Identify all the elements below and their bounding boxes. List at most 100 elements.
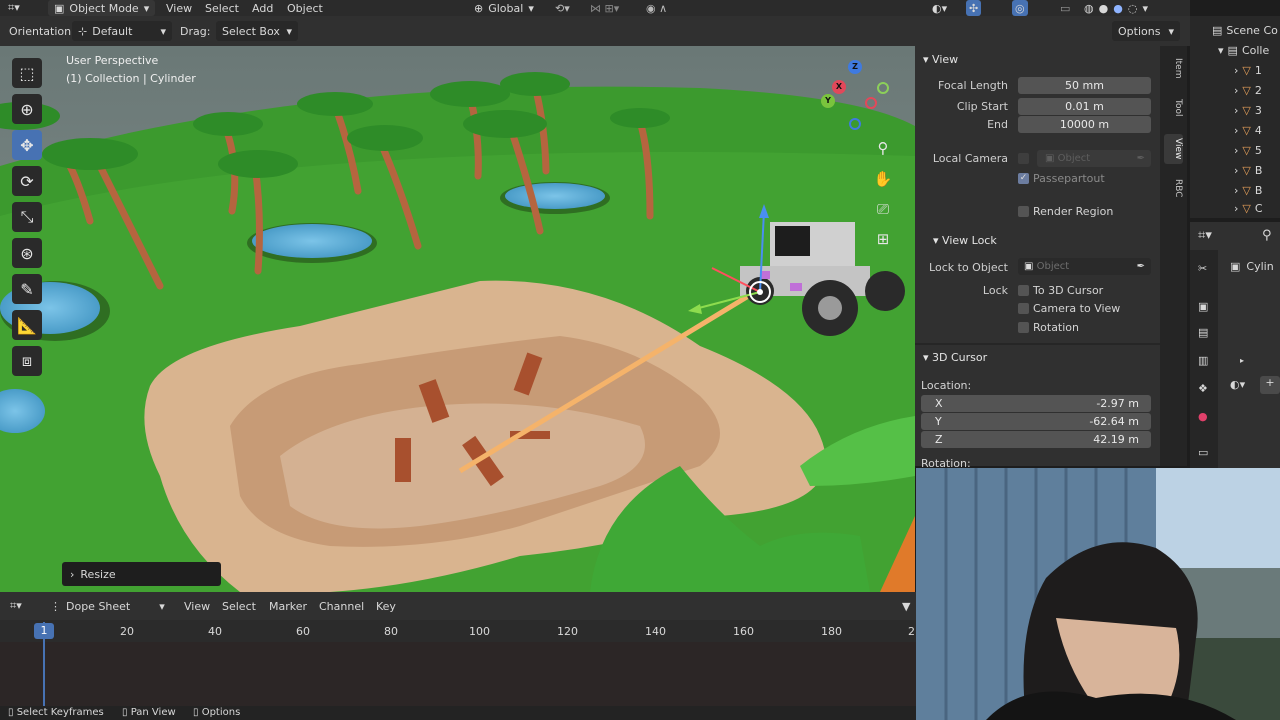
cursor-tool-icon[interactable]: ⊕: [12, 94, 42, 124]
world-icon[interactable]: ●: [1198, 410, 1208, 423]
clip-end-field[interactable]: 10000 m: [1018, 116, 1151, 133]
add-icon[interactable]: +: [1260, 376, 1280, 394]
add-cube-tool-icon[interactable]: ⧈: [12, 346, 42, 376]
outliner-item[interactable]: › ▽ C: [1234, 198, 1263, 218]
3d-viewport[interactable]: User Perspective (1) Collection | Cylind…: [0, 46, 915, 592]
render-region-checkbox[interactable]: [1018, 206, 1029, 217]
shading-icon[interactable]: ◐▾: [1230, 378, 1245, 391]
annotate-tool-icon[interactable]: ✎: [12, 274, 42, 304]
shading-modes[interactable]: ◍ ● ● ◌ ▾: [1084, 0, 1148, 16]
to-3d-cursor-checkbox[interactable]: [1018, 285, 1029, 296]
search-icon[interactable]: ⚲: [1262, 228, 1272, 243]
outliner-item[interactable]: › ▽ 4: [1234, 120, 1262, 140]
cursor-z-field[interactable]: Z 42.19 m: [921, 431, 1151, 448]
dope-menu-select[interactable]: Select: [222, 599, 256, 613]
local-camera-checkbox[interactable]: [1018, 153, 1029, 164]
rotate-tool-icon[interactable]: ⟳: [12, 166, 42, 196]
navigation-gizmo[interactable]: Z X Y: [815, 60, 895, 140]
gizmo-z-axis[interactable]: Z: [848, 60, 862, 74]
menu-object[interactable]: Object: [287, 0, 323, 16]
solid-icon[interactable]: ●: [1099, 2, 1109, 15]
passepartout-checkbox[interactable]: ✓: [1018, 173, 1029, 184]
scene-icon[interactable]: ❖: [1198, 382, 1208, 395]
outliner-item[interactable]: › ▽ 1: [1234, 60, 1262, 80]
view-lock-header[interactable]: ▾ View Lock: [915, 229, 1160, 251]
outliner-item[interactable]: › ▽ 3: [1234, 100, 1262, 120]
current-frame-badge[interactable]: 1: [34, 623, 54, 639]
orientation-dropdown[interactable]: ⊹ Default ▾: [72, 21, 172, 41]
tab-tool[interactable]: Tool: [1164, 94, 1183, 122]
transform-tool-icon[interactable]: ⊛: [12, 238, 42, 268]
focal-length-field[interactable]: 50 mm: [1018, 77, 1151, 94]
dope-menu-channel[interactable]: Channel: [319, 599, 364, 613]
options-dropdown[interactable]: Options ▾: [1112, 21, 1180, 41]
menu-select[interactable]: Select: [205, 0, 239, 16]
visibility-icon[interactable]: ◐▾: [932, 0, 947, 16]
last-operator-panel[interactable]: › Resize: [62, 562, 221, 586]
gizmo-y-axis[interactable]: Y: [821, 94, 835, 108]
outliner-item[interactable]: › ▽ B: [1234, 160, 1262, 180]
drag-dropdown[interactable]: Select Box ▾: [216, 21, 298, 41]
dope-menu-marker[interactable]: Marker: [269, 599, 307, 613]
collection-row[interactable]: ▾ ▤ Colle: [1218, 40, 1269, 60]
filter-icon[interactable]: ▼: [902, 599, 910, 613]
pivot-icon[interactable]: ⟲▾: [555, 0, 570, 16]
tool-settings-icon[interactable]: ✂: [1198, 262, 1207, 275]
cursor-y-field[interactable]: Y -62.64 m: [921, 413, 1151, 430]
editor-type-icon[interactable]: ⌗▾: [1198, 228, 1212, 243]
render-icon[interactable]: ▣: [1198, 300, 1208, 313]
local-camera-field[interactable]: ▣ Object ✒: [1037, 150, 1151, 167]
menu-view[interactable]: View: [166, 0, 192, 16]
tab-view[interactable]: View: [1164, 134, 1183, 164]
output-icon[interactable]: ▤: [1198, 326, 1208, 339]
rendered-icon[interactable]: ◌: [1128, 2, 1138, 15]
menu-add[interactable]: Add: [252, 0, 273, 16]
proportional-edit-icon[interactable]: ◉ ∧: [646, 0, 667, 16]
mode-dropdown[interactable]: ▣ Object Mode ▾: [48, 0, 156, 16]
editor-type-icon[interactable]: ⌗▾: [10, 599, 22, 613]
scene-collection-row[interactable]: ▤ Scene Co: [1212, 20, 1278, 40]
scale-tool-icon[interactable]: ⤡: [12, 202, 42, 232]
gizmo-toggle-icon[interactable]: ✣: [966, 0, 982, 16]
cursor-x-field[interactable]: X -2.97 m: [921, 395, 1151, 412]
select-tool-icon[interactable]: ⬚: [12, 58, 42, 88]
frame-tick: 140: [645, 625, 666, 638]
collection-icon: ▤: [1227, 43, 1238, 57]
gizmo-neg-z[interactable]: [849, 118, 861, 130]
tab-item[interactable]: Item: [1164, 54, 1183, 82]
zoom-icon[interactable]: ⚲: [870, 135, 896, 161]
move-tool-icon[interactable]: ✥: [12, 130, 42, 160]
pan-hand-icon[interactable]: ✋: [870, 166, 896, 192]
camera-to-view-checkbox[interactable]: [1018, 303, 1029, 314]
3d-cursor-header[interactable]: ▾ 3D Cursor: [915, 346, 1160, 368]
gizmo-x-axis[interactable]: X: [832, 80, 846, 94]
chevron-right-icon[interactable]: ▸: [1240, 356, 1244, 365]
gizmo-neg-y[interactable]: [877, 82, 889, 94]
lock-to-object-field[interactable]: ▣ Object ✒: [1018, 258, 1151, 275]
tab-rbc[interactable]: RBC: [1164, 174, 1183, 202]
grid-icon[interactable]: ⊞: [870, 226, 896, 252]
dope-menu-view[interactable]: View: [184, 599, 210, 613]
keyframe-area[interactable]: [0, 642, 916, 706]
snap-icon[interactable]: ⋈ ⊞▾: [590, 0, 619, 16]
material-icon[interactable]: ●: [1113, 2, 1123, 15]
wireframe-icon[interactable]: ◍: [1084, 2, 1094, 15]
collection-icon[interactable]: ▭: [1198, 446, 1208, 459]
transform-orientation-dropdown[interactable]: ⊕ Global ▾: [474, 0, 534, 16]
view-section-header[interactable]: ▾ View: [915, 48, 1160, 70]
editor-type-icon[interactable]: ⌗▾: [8, 0, 20, 16]
gizmo-neg-x[interactable]: [865, 97, 877, 109]
measure-tool-icon[interactable]: 📐: [12, 310, 42, 340]
clip-start-field[interactable]: 0.01 m: [1018, 98, 1151, 115]
dope-sheet-mode-dropdown[interactable]: ⋮ Dope Sheet ▾: [50, 599, 165, 613]
dope-menu-key[interactable]: Key: [376, 599, 396, 613]
rotation-lock-checkbox[interactable]: [1018, 322, 1029, 333]
timeline-ruler[interactable]: [0, 620, 916, 642]
overlay-toggle-icon[interactable]: ◎: [1012, 0, 1028, 16]
outliner-item[interactable]: › ▽ B: [1234, 180, 1262, 200]
camera-icon[interactable]: ⎚: [870, 196, 896, 222]
xray-icon[interactable]: ▭: [1060, 0, 1070, 16]
outliner-item[interactable]: › ▽ 2: [1234, 80, 1262, 100]
outliner-item[interactable]: › ▽ 5: [1234, 140, 1262, 160]
view-layer-icon[interactable]: ▥: [1198, 354, 1208, 367]
